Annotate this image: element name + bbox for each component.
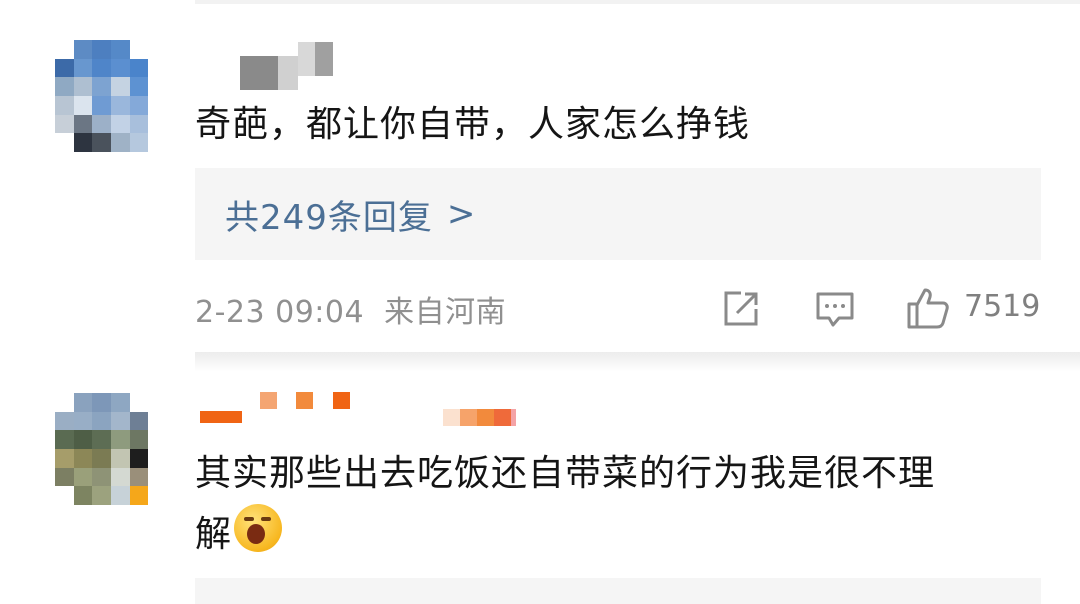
replies-box[interactable]: 共249条回复 >: [195, 168, 1041, 260]
like-button[interactable]: [904, 284, 952, 332]
location: 来自河南: [384, 295, 507, 330]
username[interactable]: [200, 388, 560, 430]
replies-link[interactable]: 共249条回复: [225, 190, 433, 239]
timestamp: 2-23 09:04: [195, 295, 365, 330]
comment-divider: [195, 352, 1080, 372]
username[interactable]: [240, 42, 333, 90]
comment-text-line-end: 解: [195, 514, 233, 555]
yawning-emoji-icon: [234, 504, 283, 552]
replies-box[interactable]: [195, 578, 1041, 604]
comment-button[interactable]: [812, 286, 858, 332]
comment-text: 奇葩，都让你自带，人家怎么挣钱: [195, 104, 751, 145]
comment-meta: 2-23 09:04 来自河南: [195, 287, 506, 331]
avatar[interactable]: [55, 393, 167, 505]
comment-text: 其实那些出去吃饭还自带菜的行为我是很不理 解: [195, 444, 1065, 565]
share-button[interactable]: [718, 286, 764, 332]
comment-text-line: 其实那些出去吃饭还自带菜的行为我是很不理: [195, 453, 936, 494]
comment-icon: [816, 292, 854, 327]
like-icon: [907, 288, 949, 329]
chevron-right-icon: >: [446, 194, 477, 234]
comment-text-line: 解: [195, 504, 1065, 565]
like-count: 7519: [964, 289, 1041, 324]
avatar[interactable]: [55, 40, 167, 152]
top-divider: [195, 0, 1080, 4]
share-icon: [724, 291, 758, 326]
